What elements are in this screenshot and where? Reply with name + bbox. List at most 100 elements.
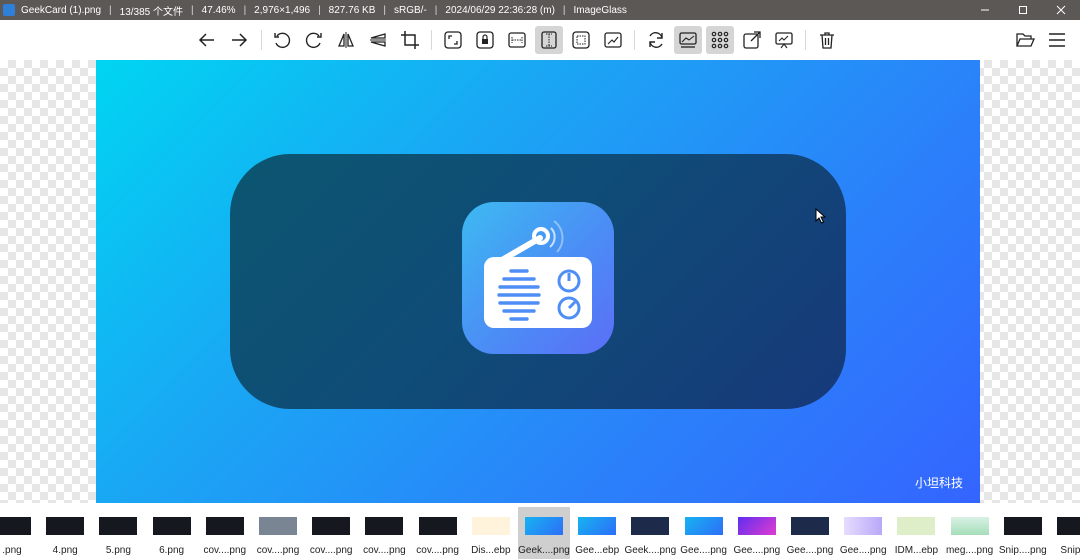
toolbar-separator (805, 30, 806, 50)
refresh-icon (649, 32, 663, 48)
fullscreen-icon (743, 31, 761, 49)
lock-zoom-button[interactable] (471, 26, 499, 54)
checkerboard-icon (711, 31, 729, 49)
maximize-icon (1019, 6, 1027, 14)
thumbnail-item[interactable]: cov....png (412, 507, 464, 559)
flip-horizontal-button[interactable] (332, 26, 360, 54)
flip-vertical-button[interactable] (364, 26, 392, 54)
fullscreen-button[interactable] (738, 26, 766, 54)
checkerboard-button[interactable] (706, 26, 734, 54)
title-datetime: 2024/06/29 22:36:28 (m) (445, 4, 555, 16)
thumbnail-item[interactable]: Gee....png (837, 507, 889, 559)
back-button[interactable] (193, 26, 221, 54)
thumbnail-label: Gee...ebp (575, 545, 620, 556)
crop-button[interactable] (396, 26, 424, 54)
thumbnail-label: meg....png (945, 545, 994, 556)
thumbnail-item[interactable]: Gee....png (784, 507, 836, 559)
minimize-button[interactable] (966, 0, 1004, 20)
scale-to-fill-button[interactable] (599, 26, 627, 54)
thumbnail-image (897, 517, 936, 535)
scale-to-height-button[interactable] (535, 26, 563, 54)
thumbnail-item[interactable]: Gee....png (731, 507, 783, 559)
window-controls (966, 0, 1080, 20)
thumbnail-image (631, 517, 670, 535)
thumbnail-item[interactable]: Gee....png (678, 507, 730, 559)
thumbnail-label: 6.png (159, 545, 185, 556)
flip-horizontal-icon (338, 32, 354, 48)
rotate-right-icon (305, 32, 322, 49)
rotate-left-button[interactable] (268, 26, 296, 54)
title-filename: GeekCard (1).png (21, 4, 102, 16)
gallery-button[interactable] (674, 26, 702, 54)
menu-icon (1049, 33, 1065, 47)
toolbar-separator (261, 30, 262, 50)
scale-to-fit-button[interactable] (567, 26, 595, 54)
toolbar (0, 20, 1080, 60)
thumbnail-image (0, 517, 31, 535)
thumbnail-label: Gee....png (680, 545, 727, 556)
thumbnail-image (684, 517, 723, 535)
thumbnail-item[interactable]: Snip....png (997, 507, 1049, 559)
crop-icon (401, 31, 419, 49)
thumbnail-image (365, 517, 404, 535)
thumbnail-item[interactable]: cov....png (252, 507, 304, 559)
thumbnail-item[interactable]: meg....png (944, 507, 996, 559)
menu-button[interactable] (1043, 26, 1071, 54)
thumbnail-label: Geek....png (624, 545, 677, 556)
thumbnail-image (791, 517, 829, 535)
displayed-image[interactable]: 小坦科技 (96, 60, 980, 503)
gallery-icon (679, 32, 697, 48)
thumbnail-item[interactable]: Dis...ebp (465, 507, 517, 559)
slideshow-icon (775, 32, 793, 49)
slideshow-button[interactable] (770, 26, 798, 54)
thumbnail-item[interactable]: .png (0, 507, 38, 559)
thumbnail-image (1003, 517, 1042, 535)
lock-zoom-icon (476, 31, 494, 49)
thumbnail-image (950, 517, 989, 535)
open-folder-button[interactable] (1011, 26, 1039, 54)
scale-to-fill-icon (604, 32, 622, 48)
title-separator: | (383, 4, 386, 16)
thumbnail-item[interactable]: Geek....png (624, 507, 676, 559)
thumbnail-item[interactable]: cov....png (199, 507, 251, 559)
thumbnail-item[interactable]: 5.png (92, 507, 144, 559)
thumbnail-item[interactable]: cov....png (305, 507, 357, 559)
thumbnail-label: Gee....png (839, 545, 887, 556)
thumbnail-item[interactable]: Snip.... (1050, 507, 1080, 559)
thumbnail-item[interactable]: cov....png (358, 507, 410, 559)
refresh-button[interactable] (642, 26, 670, 54)
flip-vertical-icon (370, 33, 386, 47)
thumbnail-image (737, 517, 776, 535)
title-bar: GeekCard (1).png | 13/385 个文件 | 47.46% | 2,… (0, 0, 1080, 20)
scale-to-width-button[interactable] (503, 26, 531, 54)
rotate-right-button[interactable] (300, 26, 328, 54)
thumbnail-item[interactable]: 4.png (39, 507, 91, 559)
title-separator: | (109, 4, 112, 16)
delete-button[interactable] (813, 26, 841, 54)
title-separator: | (434, 4, 438, 16)
thumbnail-item[interactable]: IDM...ebp (890, 507, 942, 559)
auto-zoom-button[interactable] (439, 26, 467, 54)
scale-to-fit-icon (572, 31, 590, 49)
thumbnail-image (578, 517, 617, 535)
thumbnail-image (844, 517, 883, 535)
thumbnail-label: Geek....png (518, 545, 570, 556)
maximize-button[interactable] (1004, 0, 1042, 20)
image-viewer[interactable]: 小坦科技 (0, 60, 1080, 503)
minimize-icon (981, 9, 989, 11)
thumbnail-image (259, 517, 297, 535)
thumbnail-label: Dis...ebp (471, 545, 511, 556)
thumbnail-image (99, 517, 138, 535)
thumbnail-item[interactable]: Geek....png (518, 507, 570, 559)
toolbar-separator (634, 30, 635, 50)
thumbnail-item[interactable]: 6.png (146, 507, 198, 559)
close-icon (1056, 5, 1066, 15)
thumbnail-item[interactable]: Gee...ebp (571, 507, 623, 559)
title-separator: | (562, 4, 566, 16)
rotate-left-icon (274, 32, 291, 49)
forward-button[interactable] (225, 26, 253, 54)
imageglass-app-icon (3, 4, 15, 16)
thumbnail-strip[interactable]: .png 4.png 5.png 6.png cov....png cov....png c… (0, 503, 1080, 559)
title-zoom: 47.46% (201, 4, 236, 16)
close-button[interactable] (1042, 0, 1080, 20)
